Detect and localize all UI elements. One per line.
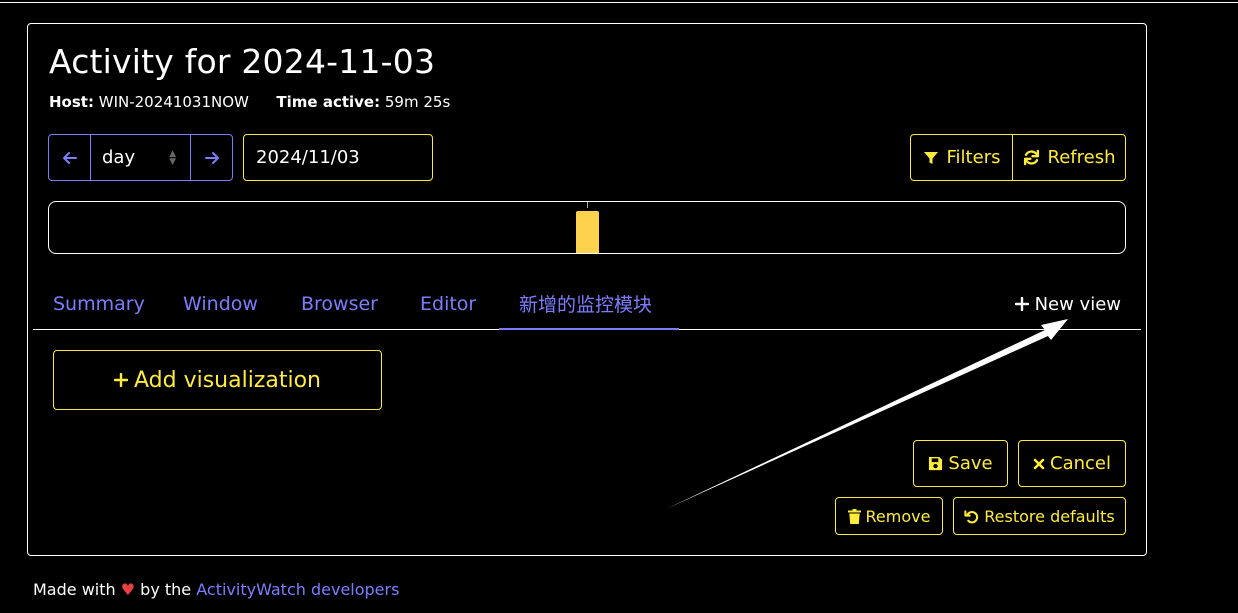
footer-developers-link[interactable]: ActivityWatch developers (196, 580, 399, 599)
new-view-button[interactable]: New view (1014, 279, 1121, 329)
plus-icon (114, 373, 128, 387)
previous-period-button[interactable] (48, 134, 91, 181)
restore-defaults-button[interactable]: Restore defaults (953, 497, 1126, 535)
tab-editor[interactable]: Editor (400, 279, 496, 329)
tab-summary-label: Summary (53, 293, 145, 315)
plus-icon (1014, 297, 1029, 311)
period-selector: day ▲ ▼ (48, 134, 233, 181)
footer-made-with: Made with (33, 580, 116, 599)
remove-label: Remove (865, 506, 931, 526)
date-input[interactable] (243, 134, 433, 181)
save-icon (929, 456, 943, 471)
filter-icon (923, 151, 938, 164)
host-info: Host: WIN-20241031NOW Time active: 59m 2… (49, 93, 450, 111)
save-button[interactable]: Save (913, 440, 1008, 487)
select-arrows-icon: ▲ ▼ (169, 148, 176, 167)
arrow-left-icon (62, 151, 77, 164)
next-period-button[interactable] (190, 134, 233, 181)
period-select-value: day (102, 147, 136, 168)
restore-defaults-label: Restore defaults (984, 506, 1115, 526)
new-view-label: New view (1034, 293, 1121, 315)
trash-icon (847, 508, 861, 524)
host-label: Host: (49, 93, 94, 111)
time-active-value: 59m 25s (384, 93, 451, 111)
period-select[interactable]: day ▲ ▼ (91, 134, 190, 181)
activity-card: Activity for 2024-11-03 Host: WIN-202410… (27, 23, 1147, 556)
remove-button[interactable]: Remove (835, 497, 943, 535)
footer-by-the: by the (140, 580, 192, 599)
tab-summary[interactable]: Summary (33, 279, 165, 329)
footer: Made with ♥ by the ActivityWatch develop… (33, 580, 399, 599)
tab-browser-label: Browser (301, 293, 378, 315)
host-value: WIN-20241031NOW (98, 93, 249, 111)
undo-icon (964, 509, 979, 523)
timeline-tick (587, 202, 588, 208)
toolbar-right: Filters Refresh (910, 134, 1126, 181)
timeline-activity-bar[interactable] (576, 211, 599, 253)
page-title: Activity for 2024-11-03 (49, 42, 436, 81)
tab-window-label: Window (183, 293, 258, 315)
view-tabs: Summary Window Browser Editor 新增的监控模块 Ne… (33, 279, 1141, 330)
tab-editor-label: Editor (420, 293, 477, 315)
filters-label: Filters (946, 147, 1001, 168)
cancel-label: Cancel (1050, 453, 1111, 474)
add-visualization-button[interactable]: Add visualization (53, 350, 382, 410)
cancel-button[interactable]: Cancel (1018, 440, 1126, 487)
arrow-right-icon (204, 151, 219, 164)
close-icon (1033, 458, 1045, 469)
tab-custom-module-label: 新增的监控模块 (519, 294, 653, 316)
add-visualization-label: Add visualization (134, 367, 321, 393)
filters-button[interactable]: Filters (910, 134, 1013, 181)
tab-window[interactable]: Window (163, 279, 278, 329)
save-label: Save (948, 453, 993, 474)
activity-timeline[interactable] (48, 201, 1126, 254)
refresh-icon (1023, 149, 1039, 166)
time-active-label: Time active: (276, 93, 381, 111)
top-divider (0, 2, 1238, 3)
tab-custom-module[interactable]: 新增的监控模块 (499, 279, 679, 330)
refresh-button[interactable]: Refresh (1013, 134, 1126, 181)
refresh-label: Refresh (1047, 147, 1116, 168)
tab-browser[interactable]: Browser (281, 279, 398, 329)
heart-icon: ♥ (120, 580, 136, 599)
